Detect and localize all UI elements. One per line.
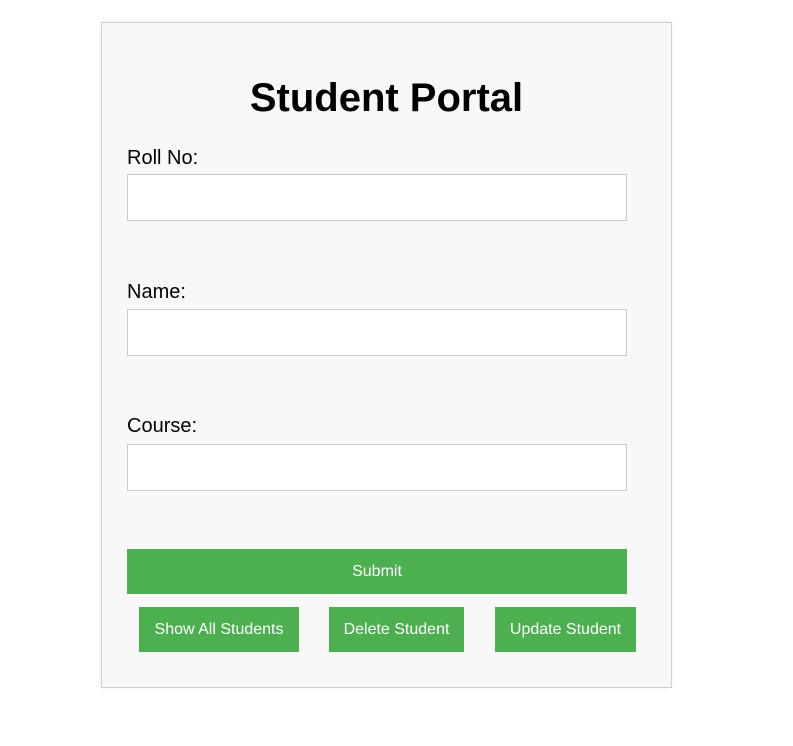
name-input[interactable] — [127, 309, 627, 356]
show-all-students-button[interactable]: Show All Students — [139, 607, 299, 652]
course-label: Course: — [127, 415, 198, 437]
submit-button[interactable]: Submit — [127, 549, 627, 594]
page-title: Student Portal — [249, 76, 524, 120]
roll-no-label: Roll No: — [127, 147, 199, 169]
update-student-button[interactable]: Update Student — [495, 607, 636, 652]
name-label: Name: — [127, 281, 186, 303]
delete-student-button[interactable]: Delete Student — [329, 607, 464, 652]
course-input[interactable] — [127, 444, 627, 491]
student-form-panel: Student Portal Roll No: Name: Course: Su… — [101, 22, 672, 688]
roll-no-input[interactable] — [127, 174, 627, 221]
